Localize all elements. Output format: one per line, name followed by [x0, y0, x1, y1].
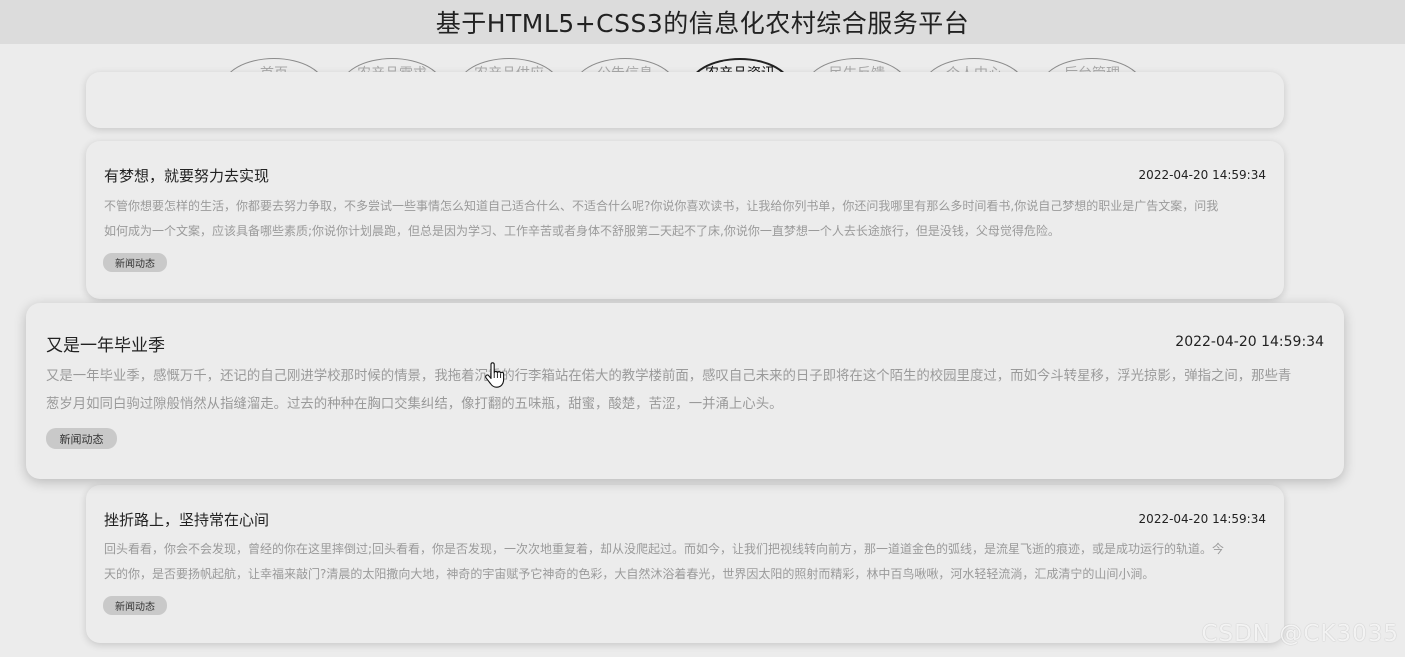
main-nav-overlay — [0, 58, 1405, 92]
article-date: 2022-04-20 14:59:34 — [1175, 334, 1324, 350]
site-title: 基于HTML5+CSS3的信息化农村综合服务平台 — [435, 9, 970, 38]
watermark: CSDN @CK3035 — [1201, 621, 1399, 647]
article-summary-line: 不管你想要怎样的生活，你都要去努力争取，不多尝试一些事情怎么知道自己适合什么、不… — [104, 199, 1219, 213]
article-summary: 又是一年毕业季，感慨万千，还记的自己刚进学校那时候的情景，我拖着沉重的行李箱站在… — [46, 363, 1331, 419]
article-summary-line: 回头看看，你会不会发现，曾经的你在这里摔倒过;回头看看，你是否发现，一次次地重复… — [104, 542, 1225, 556]
article-summary-line: 又是一年毕业季，感慨万千，还记的自己刚进学校那时候的情景，我拖着沉重的行李箱站在… — [46, 369, 1292, 384]
article-card[interactable]: 挫折路上，坚持常在心间 2022-04-20 14:59:34 回头看看，你会不… — [86, 485, 1284, 643]
article-card[interactable]: 有梦想，就要努力去实现 2022-04-20 14:59:34 不管你想要怎样的… — [86, 141, 1284, 299]
article-card-hovered[interactable]: 又是一年毕业季 2022-04-20 14:59:34 又是一年毕业季，感慨万千… — [26, 303, 1344, 479]
category-tag[interactable]: 新闻动态 — [103, 253, 167, 272]
article-summary: 回头看看，你会不会发现，曾经的你在这里摔倒过;回头看看，你是否发现，一次次地重复… — [104, 537, 1269, 587]
article-title[interactable]: 有梦想，就要努力去实现 — [104, 165, 269, 186]
article-title[interactable]: 又是一年毕业季 — [46, 331, 165, 356]
category-tag[interactable]: 新闻动态 — [103, 596, 167, 615]
article-summary-line: 葱岁月如同白驹过隙般悄然从指缝溜走。过去的种种在胸口交集纠结，像打翻的五味瓶，甜… — [46, 397, 783, 412]
article-date: 2022-04-20 14:59:34 — [1138, 168, 1266, 182]
article-title[interactable]: 挫折路上，坚持常在心间 — [104, 509, 269, 530]
hand-pointer-icon — [485, 362, 505, 388]
category-tag[interactable]: 新闻动态 — [46, 428, 117, 449]
article-summary-line: 天的你，是否要扬帆起航，让幸福来敲门?清晨的太阳撒向大地，神奇的宇宙赋予它神奇的… — [104, 567, 1155, 581]
article-summary: 不管你想要怎样的生活，你都要去努力争取，不多尝试一些事情怎么知道自己适合什么、不… — [104, 194, 1269, 244]
article-date: 2022-04-20 14:59:34 — [1138, 512, 1266, 526]
page-header: 基于HTML5+CSS3的信息化农村综合服务平台 — [0, 0, 1405, 44]
article-summary-line: 如何成为一个文案，应该具备哪些素质;你说你计划晨跑，但总是因为学习、工作辛苦或者… — [104, 224, 1060, 238]
